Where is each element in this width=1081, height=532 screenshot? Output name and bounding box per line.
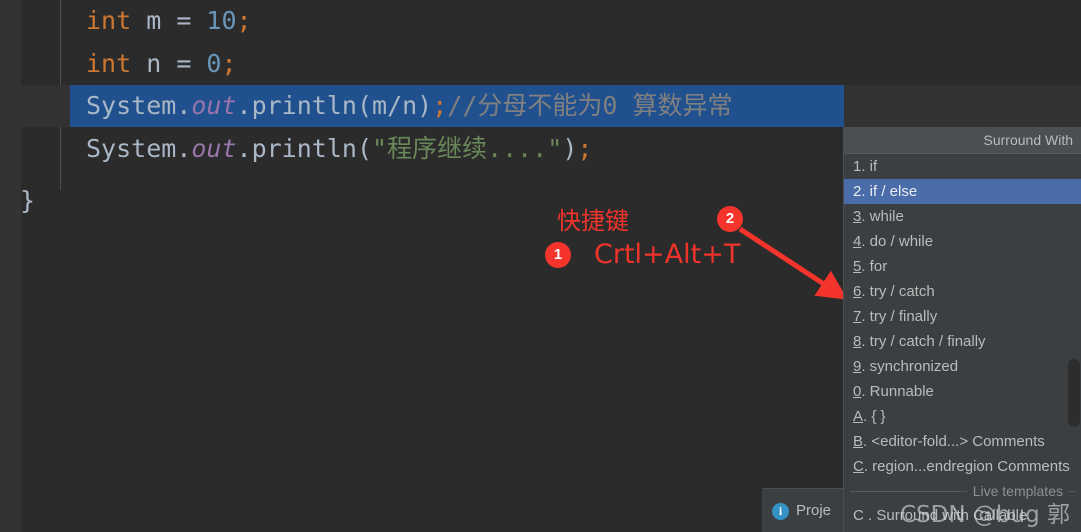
menu-item-0[interactable]: 0. Runnable <box>844 379 1081 404</box>
token-System-2: System <box>86 134 177 163</box>
menu-item-4[interactable]: 4. do / while <box>844 229 1081 254</box>
code-line-3-selected[interactable]: System.out.println(m/n);//分母不能为0 算数异常 <box>0 85 1081 127</box>
menu-item-8[interactable]: 8. try / catch / finally <box>844 329 1081 354</box>
token-dot-1: . <box>176 91 192 120</box>
token-paren-close-2: ) <box>562 134 578 163</box>
menu-item-c[interactable]: C. region...endregion Comments <box>844 454 1081 479</box>
token-paren-close-1: ) <box>417 91 433 120</box>
menu-item-mnemonic: C <box>853 458 864 475</box>
token-keyword-int: int <box>86 6 132 35</box>
menu-item-5[interactable]: 5. for <box>844 254 1081 279</box>
token-paren-open-2: ( <box>356 134 373 163</box>
annotation-badge-2: 2 <box>717 206 743 232</box>
token-equals: = <box>176 6 207 35</box>
annotation-badge-1: 1 <box>545 242 571 268</box>
surround-with-menu[interactable]: 1. if 2. if / else 3. while 4. do / while 5.… <box>844 154 1081 528</box>
token-close-brace: } <box>20 186 36 215</box>
csdn-watermark: CSDN @bug 郭 <box>900 502 1070 528</box>
info-icon: i <box>772 503 789 520</box>
token-paren-open-1: ( <box>356 91 373 120</box>
token-keyword-int-2: int <box>86 49 132 78</box>
menu-item-label: . try / catch / finally <box>861 333 986 350</box>
token-equals-2: = <box>176 49 207 78</box>
menu-item-3[interactable]: 3. while <box>844 204 1081 229</box>
token-println-2: .println <box>236 134 357 163</box>
menu-item-9[interactable]: 9. synchronized <box>844 354 1081 379</box>
project-tool-window-button[interactable]: Proje <box>796 502 831 519</box>
menu-item-mnemonic: C <box>853 507 864 524</box>
status-bar[interactable]: i Proje <box>762 488 846 532</box>
menu-item-label: . for <box>861 258 888 275</box>
menu-item-label: . if / else <box>861 183 918 200</box>
menu-item-label: . <editor-fold...> Comments <box>863 433 1045 450</box>
popup-scrollbar-thumb[interactable] <box>1068 359 1080 427</box>
surround-with-popup[interactable]: Surround With 1. if 2. if / else 3. while 4… <box>843 127 1081 532</box>
token-dot-2: . <box>176 134 192 163</box>
menu-item-1[interactable]: 1. if <box>844 154 1081 179</box>
menu-item-label: . region...endregion Comments <box>863 458 1070 475</box>
token-semicolon-2: ; <box>221 49 237 78</box>
annotation-shortcut-keys: Crtl+Alt+T <box>594 239 741 270</box>
menu-item-a[interactable]: A. { } <box>844 404 1081 429</box>
token-out: out <box>191 91 237 120</box>
menu-item-label: . if <box>861 158 878 175</box>
menu-item-6[interactable]: 6. try / catch <box>844 279 1081 304</box>
token-var-m: m <box>131 6 177 35</box>
menu-item-mnemonic: B <box>853 433 864 450</box>
token-out-2: out <box>191 134 237 163</box>
menu-item-2[interactable]: 2. if / else <box>844 179 1081 204</box>
token-semicolon-4: ; <box>577 134 593 163</box>
menu-item-7[interactable]: 7. try / finally <box>844 304 1081 329</box>
menu-item-label: . Runnable <box>861 383 934 400</box>
token-number-10: 10 <box>206 6 237 35</box>
token-System: System <box>86 91 177 120</box>
token-println-1: .println <box>236 91 357 120</box>
popup-title: Surround With <box>844 127 1081 154</box>
code-line-2[interactable]: int n = 0; <box>0 43 1081 85</box>
token-expression-mn: m/n <box>372 91 418 120</box>
menu-item-label: . while <box>861 208 904 225</box>
menu-item-label: . { } <box>863 408 886 425</box>
token-semicolon-1: ; <box>236 6 252 35</box>
menu-item-label: . synchronized <box>861 358 959 375</box>
token-semicolon-3: ; <box>432 91 448 120</box>
token-string-literal: "程序继续...." <box>372 134 563 163</box>
token-line-comment: //分母不能为0 算数异常 <box>447 91 733 120</box>
menu-item-label: . try / catch <box>861 283 935 300</box>
menu-item-label: . do / while <box>861 233 934 250</box>
token-var-n: n <box>131 49 177 78</box>
token-number-0: 0 <box>206 49 222 78</box>
annotation-title-shortcut: 快捷键 <box>557 207 629 235</box>
menu-item-label: . try / finally <box>861 308 938 325</box>
menu-item-mnemonic: A <box>853 408 864 425</box>
menu-item-b[interactable]: B. <editor-fold...> Comments <box>844 429 1081 454</box>
code-line-1[interactable]: int m = 10; <box>0 0 1081 42</box>
